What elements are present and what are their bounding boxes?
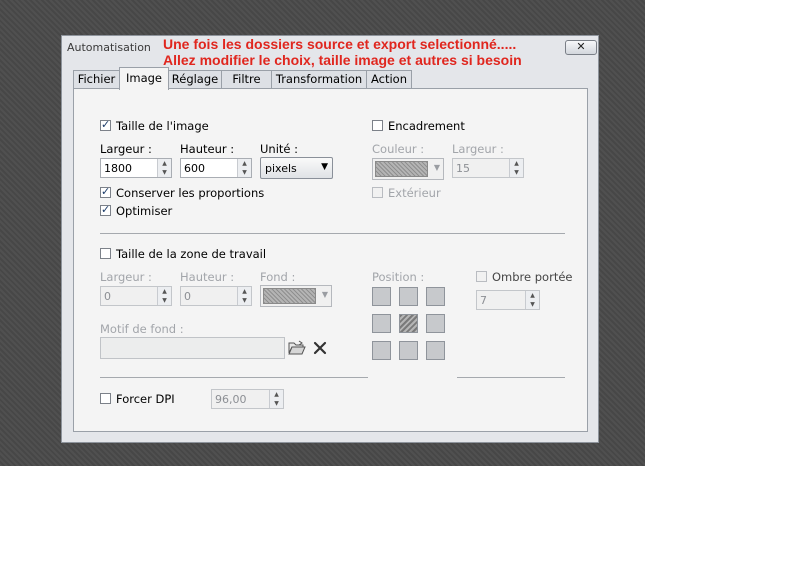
height-value: 600: [184, 162, 205, 175]
keep-ratio-label: Conserver les proportions: [116, 186, 265, 200]
dpi-spinbox[interactable]: 96,00 ▲ ▼: [211, 389, 284, 409]
canvas-width-label: Largeur :: [100, 270, 152, 284]
drop-shadow-label: Ombre portée: [492, 270, 573, 284]
background-label: Fond :: [260, 270, 296, 284]
position-middle-left-button[interactable]: [372, 314, 391, 333]
canvas-width-value: 0: [104, 290, 111, 303]
position-top-right-button[interactable]: [426, 287, 445, 306]
divider: [100, 233, 565, 234]
folder-open-icon[interactable]: [288, 340, 306, 356]
drop-shadow-checkbox[interactable]: [476, 271, 487, 282]
position-middle-right-button[interactable]: [426, 314, 445, 333]
spin-down-icon[interactable]: ▼: [157, 168, 171, 177]
frame-color-label: Couleur :: [372, 142, 425, 156]
width-label: Largeur :: [100, 142, 152, 156]
spin-down-icon[interactable]: ▼: [237, 296, 251, 305]
pattern-input[interactable]: [100, 337, 285, 359]
canvas-height-label: Hauteur :: [180, 270, 235, 284]
keep-ratio-checkbox[interactable]: [100, 185, 111, 198]
spin-down-icon[interactable]: ▼: [509, 168, 523, 177]
tab-reglage[interactable]: Réglage: [168, 70, 222, 89]
chevron-down-icon: ▼: [321, 162, 328, 172]
canvas-size-label: Taille de la zone de travail: [116, 247, 267, 261]
position-top-center-button[interactable]: [399, 287, 418, 306]
frame-width-value: 15: [456, 162, 470, 175]
background-color-picker[interactable]: ▼: [260, 285, 332, 307]
annotation-text: Une fois les dossiers source et export s…: [163, 36, 522, 68]
position-label: Position :: [372, 270, 425, 284]
image-tab-panel: Taille de l'image Largeur : 1800 ▲ ▼ Hau…: [73, 88, 588, 432]
spin-down-icon[interactable]: ▼: [269, 399, 283, 408]
clear-icon[interactable]: [313, 341, 327, 355]
annotation-line-1: Une fois les dossiers source et export s…: [163, 36, 517, 52]
frame-width-spinbox[interactable]: 15 ▲ ▼: [452, 158, 524, 178]
canvas-size-checkbox[interactable]: [100, 248, 111, 259]
drop-shadow-value: 7: [480, 294, 487, 307]
position-bottom-left-button[interactable]: [372, 341, 391, 360]
annotation-line-2: Allez modifier le choix, taille image et…: [163, 52, 522, 68]
divider: [457, 377, 565, 378]
color-swatch: [375, 161, 428, 177]
frame-width-label: Largeur :: [452, 142, 504, 156]
position-bottom-right-button[interactable]: [426, 341, 445, 360]
position-top-left-button[interactable]: [372, 287, 391, 306]
frame-color-picker[interactable]: ▼: [372, 158, 444, 180]
tab-image[interactable]: Image: [119, 67, 169, 90]
canvas-width-spinbox[interactable]: 0 ▲ ▼: [100, 286, 172, 306]
frame-label: Encadrement: [388, 119, 465, 133]
canvas-height-value: 0: [184, 290, 191, 303]
tab-action[interactable]: Action: [366, 70, 412, 89]
unit-value: pixels: [265, 162, 297, 175]
drop-shadow-spinbox[interactable]: 7 ▲ ▼: [476, 290, 540, 310]
image-size-label: Taille de l'image: [116, 119, 209, 133]
unit-label: Unité :: [260, 142, 299, 156]
pattern-label: Motif de fond :: [100, 322, 184, 336]
divider: [100, 377, 368, 378]
spin-down-icon[interactable]: ▼: [237, 168, 251, 177]
width-value: 1800: [104, 162, 132, 175]
frame-checkbox[interactable]: [372, 120, 383, 131]
width-spinbox[interactable]: 1800 ▲ ▼: [100, 158, 172, 178]
tab-fichier[interactable]: Fichier: [73, 70, 120, 89]
position-grid: [372, 287, 446, 361]
spin-down-icon[interactable]: ▼: [525, 300, 539, 309]
force-dpi-checkbox[interactable]: [100, 393, 111, 404]
unit-select[interactable]: pixels ▼: [260, 157, 333, 179]
optimize-label: Optimiser: [116, 204, 173, 218]
chevron-down-icon: ▼: [321, 290, 328, 299]
force-dpi-label: Forcer DPI: [116, 392, 175, 406]
color-swatch: [263, 288, 316, 304]
height-label: Hauteur :: [180, 142, 235, 156]
spin-down-icon[interactable]: ▼: [157, 296, 171, 305]
automation-dialog: Automatisation ✕ Fichier Image Réglage F…: [61, 35, 599, 443]
outside-label: Extérieur: [388, 186, 441, 200]
outside-checkbox[interactable]: [372, 187, 383, 198]
optimize-checkbox[interactable]: [100, 203, 111, 216]
dpi-value: 96,00: [215, 393, 247, 406]
position-center-button[interactable]: [399, 314, 418, 333]
tab-filtre[interactable]: Filtre: [221, 70, 272, 89]
image-size-checkbox[interactable]: [100, 118, 111, 131]
chevron-down-icon: ▼: [433, 163, 440, 172]
canvas-height-spinbox[interactable]: 0 ▲ ▼: [180, 286, 252, 306]
window-title: Automatisation: [67, 41, 151, 54]
tab-transformation[interactable]: Transformation: [271, 70, 367, 89]
position-bottom-center-button[interactable]: [399, 341, 418, 360]
height-spinbox[interactable]: 600 ▲ ▼: [180, 158, 252, 178]
close-button[interactable]: ✕: [565, 40, 597, 55]
